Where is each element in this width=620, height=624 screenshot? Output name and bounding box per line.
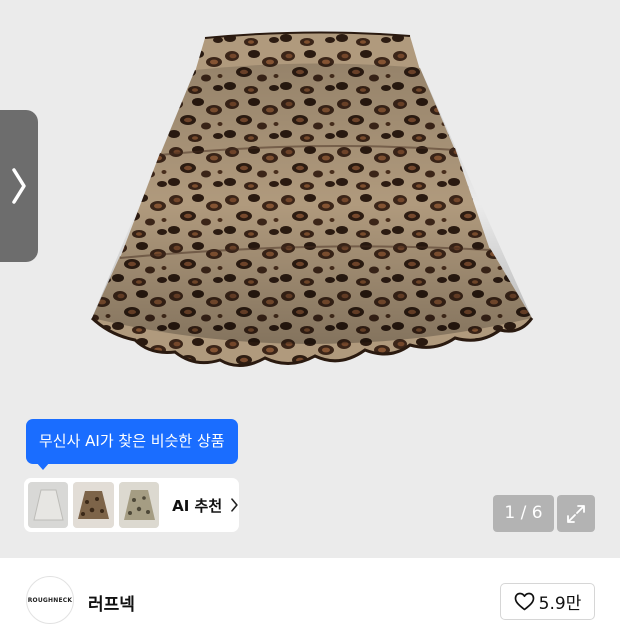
chevron-right-icon	[231, 498, 238, 512]
next-image-handle[interactable]	[0, 110, 38, 262]
brand-logo[interactable]: ROUGHNECK	[26, 576, 74, 624]
ai-thumb-grey-skirt[interactable]	[28, 482, 69, 528]
expand-image-button[interactable]	[557, 495, 595, 532]
like-button[interactable]: 5.9만	[500, 583, 595, 620]
expand-icon	[567, 504, 585, 523]
ai-recommend-label[interactable]: AI 추천	[172, 495, 222, 516]
brand-bar: ROUGHNECK 러프넥 5.9만	[0, 558, 620, 624]
ai-similar-tooltip: 무신사 AI가 찾은 비슷한 상품	[26, 419, 238, 464]
chevron-right-icon	[12, 168, 26, 204]
like-count: 5.9만	[538, 594, 582, 614]
brand-logo-text: ROUGHNECK	[27, 596, 73, 604]
ai-thumb-khaki-print-skirt[interactable]	[118, 482, 160, 528]
ai-thumb-brown-print-skirt[interactable]	[73, 482, 114, 528]
product-image[interactable]	[0, 0, 620, 558]
tooltip-tail	[36, 462, 50, 470]
product-image-area[interactable]: 무신사 AI가 찾은 비슷한 상품 AI 추천 1 / 6	[0, 0, 620, 558]
image-page-counter: 1 / 6	[493, 495, 554, 532]
heart-icon	[514, 592, 535, 611]
brand-name[interactable]: 러프넥	[88, 590, 135, 615]
ai-recommend-strip[interactable]: AI 추천	[24, 478, 239, 532]
